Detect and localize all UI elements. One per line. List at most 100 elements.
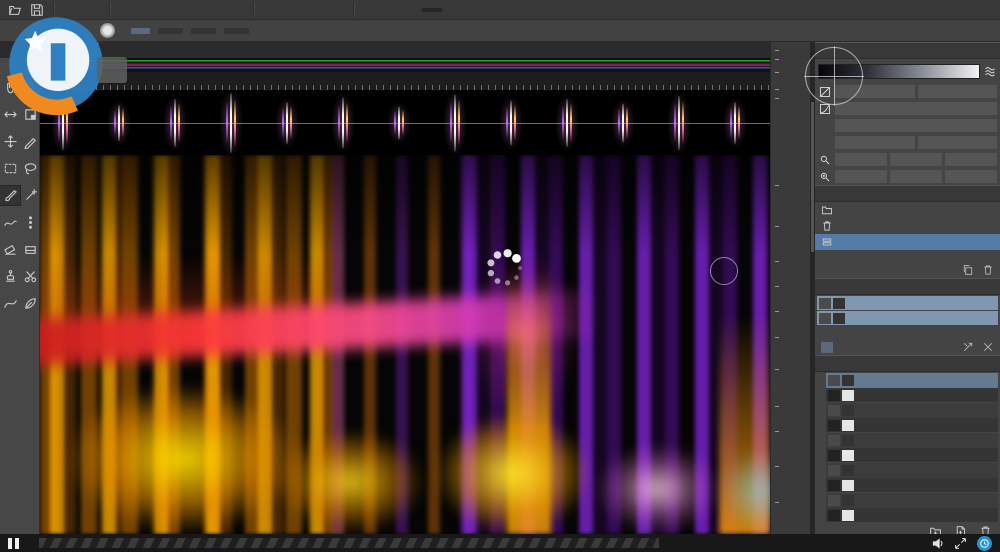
layer-thumb-icon[interactable] [828, 449, 840, 461]
view-min-freq[interactable] [835, 170, 887, 183]
layer-color-swatch[interactable] [817, 433, 826, 462]
save-button[interactable] [28, 2, 46, 18]
sharpness-field[interactable] [917, 136, 997, 149]
marquee-select-tool[interactable] [0, 159, 20, 178]
view-end-time[interactable] [945, 153, 997, 166]
view-duration[interactable] [890, 153, 942, 166]
freehand-tool[interactable] [0, 213, 20, 232]
timeline-ruler[interactable] [40, 72, 770, 90]
undo-button[interactable] [62, 2, 80, 18]
channels-section-header[interactable] [815, 278, 1000, 295]
delete-layer-icon[interactable] [979, 525, 992, 535]
layers-section-header[interactable] [815, 355, 1000, 372]
delete-selection-button[interactable] [140, 2, 158, 18]
magic-wand-tool[interactable] [20, 186, 40, 205]
layer-color-swatch[interactable] [817, 493, 826, 522]
zoom-tool[interactable] [20, 78, 40, 97]
brush-tool[interactable] [0, 185, 21, 206]
layer-volume-slider[interactable] [856, 390, 964, 401]
mute-button[interactable] [828, 435, 840, 446]
layer-color-swatch[interactable] [817, 403, 826, 432]
tab-mix-demo[interactable] [73, 42, 99, 58]
play-button[interactable] [284, 2, 302, 18]
channel-matrix-button[interactable] [821, 341, 833, 353]
layer-thumb-icon[interactable] [828, 389, 840, 401]
layer-add-button[interactable] [842, 479, 854, 491]
solo-button[interactable] [842, 465, 854, 476]
sampling-size-field[interactable] [835, 119, 997, 132]
new-layer-icon[interactable] [954, 525, 967, 535]
layer-thumb-icon[interactable] [828, 479, 840, 491]
brightness-curve-field[interactable] [835, 102, 997, 115]
layer-add-button[interactable] [842, 509, 854, 521]
view-max-freq[interactable] [945, 170, 997, 183]
layer-volume-slider[interactable] [856, 420, 964, 431]
layer-add-button[interactable] [842, 419, 854, 431]
feather-tool[interactable] [20, 294, 40, 313]
open-file-button[interactable] [6, 2, 24, 18]
pan-tool[interactable] [0, 78, 20, 97]
layer-volume-slider[interactable] [856, 450, 964, 461]
cut-tool[interactable] [20, 267, 40, 286]
eraser-tool[interactable] [0, 240, 20, 259]
delete-state-icon[interactable] [982, 264, 994, 276]
clone-stamp-tool[interactable] [0, 267, 20, 286]
layer-kick[interactable] [817, 403, 998, 432]
channel-front-left[interactable] [817, 296, 998, 310]
expand-icon[interactable] [954, 537, 967, 550]
dotted-line-tool[interactable] [20, 213, 40, 232]
deselect-button[interactable] [118, 2, 136, 18]
scrollbar-thumb[interactable] [811, 102, 814, 252]
paste-button[interactable] [206, 2, 224, 18]
transform-tool[interactable] [0, 132, 20, 151]
solo-button[interactable] [833, 297, 845, 309]
layer-drums[interactable] [817, 463, 998, 492]
mute-button[interactable] [828, 465, 840, 476]
layer-volume-slider[interactable] [856, 510, 964, 521]
hardness-field[interactable] [224, 27, 249, 34]
brush-preview-icon[interactable] [100, 23, 115, 38]
history-section-header[interactable] [815, 185, 1000, 202]
colormap-layers-icon[interactable] [983, 65, 997, 78]
level-overview-strip[interactable] [40, 58, 770, 72]
layer-color-swatch[interactable] [817, 373, 826, 402]
history-item-delete-layer[interactable] [815, 218, 1000, 234]
contrast-toggle[interactable] [257, 23, 275, 39]
time-select-tool[interactable] [0, 105, 20, 124]
tab-song-mp3[interactable] [45, 42, 71, 58]
channel-front-right[interactable] [817, 311, 998, 325]
freq-zoom-icon[interactable] [818, 170, 832, 183]
mute-button[interactable] [819, 312, 831, 324]
layer-cymbals[interactable] [817, 493, 998, 522]
scrub-bar[interactable] [39, 538, 659, 548]
curve-tool[interactable] [0, 294, 20, 313]
history-item-move-layer[interactable] [815, 234, 1000, 250]
max-amplitude-field[interactable] [917, 85, 997, 98]
skip-start-button[interactable] [362, 2, 388, 18]
layer-volume-slider[interactable] [856, 480, 964, 491]
area-eraser-tool[interactable] [20, 240, 40, 259]
copy-button[interactable] [184, 2, 202, 18]
layer-bass[interactable] [817, 373, 998, 402]
spectrogram-canvas[interactable] [40, 155, 770, 534]
speaker-icon[interactable] [931, 537, 944, 550]
pause-icon[interactable] [8, 537, 19, 549]
view-freq-span[interactable] [890, 170, 942, 183]
frame-select-tool[interactable] [20, 105, 40, 124]
channel-route-icon[interactable] [962, 341, 974, 353]
lasso-select-tool[interactable] [20, 159, 40, 178]
redo-button[interactable] [84, 2, 102, 18]
sampling-icon[interactable] [818, 119, 832, 132]
brush-size-field[interactable] [158, 27, 183, 34]
layer-add-button[interactable] [842, 449, 854, 461]
cut-button[interactable] [162, 2, 180, 18]
waveform-display[interactable] [40, 90, 770, 155]
solo-button[interactable] [842, 375, 854, 386]
layer-color-swatch[interactable] [817, 463, 826, 492]
record-button[interactable] [306, 2, 324, 18]
mute-button[interactable] [828, 495, 840, 506]
mute-button[interactable] [819, 297, 831, 309]
loop-button[interactable] [328, 2, 346, 18]
solo-button[interactable] [842, 495, 854, 506]
solo-button[interactable] [842, 405, 854, 416]
